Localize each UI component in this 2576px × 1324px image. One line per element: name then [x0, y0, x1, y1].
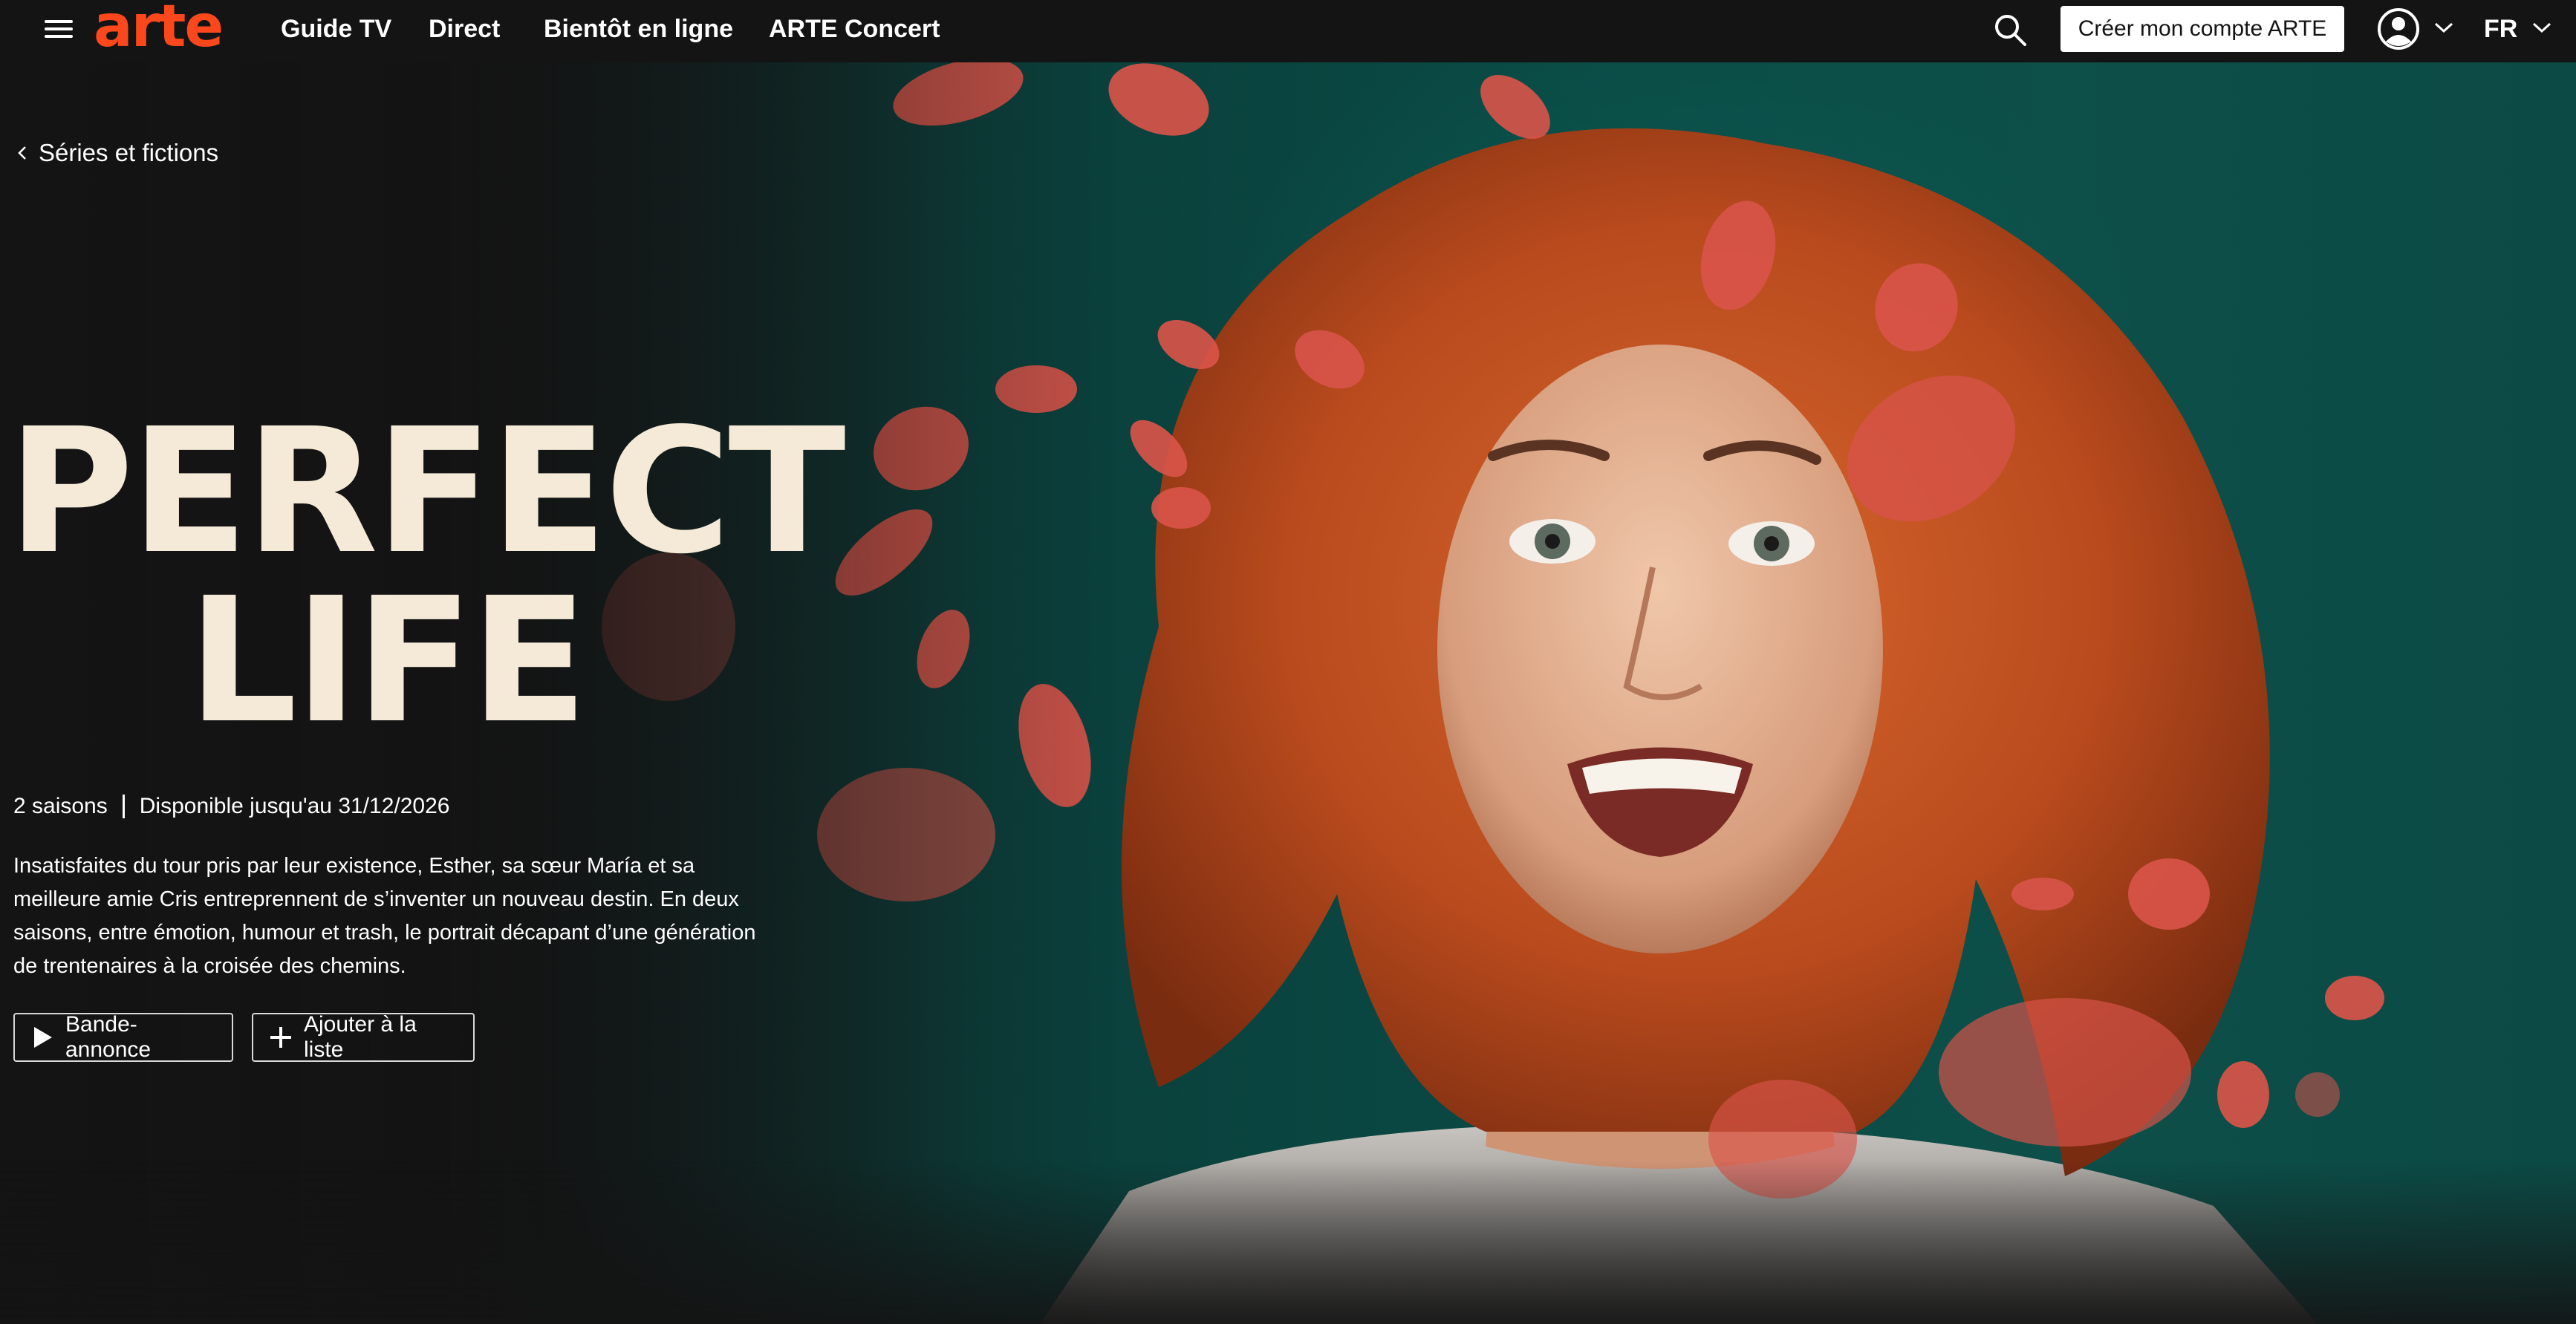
program-title-line-2: LIFE	[187, 561, 588, 761]
chevron-left-icon	[18, 146, 26, 160]
trailer-button[interactable]: Bande-annonce	[13, 1012, 233, 1062]
meta-divider	[122, 795, 125, 818]
play-icon	[34, 1027, 52, 1048]
breadcrumb-label: Séries et fictions	[39, 139, 219, 166]
chevron-down-icon[interactable]	[2433, 19, 2454, 36]
seasons-count: 2 saisons	[13, 794, 108, 818]
menu-icon[interactable]	[45, 18, 73, 40]
plus-icon	[270, 1027, 291, 1048]
program-title: PERFECT LIFE	[7, 391, 846, 761]
availability-date: Disponible jusqu'au 31/12/2026	[139, 794, 450, 818]
user-icon[interactable]	[2377, 7, 2420, 50]
breadcrumb[interactable]: Séries et fictions	[16, 137, 218, 169]
arte-logo[interactable]: arte	[94, 0, 224, 58]
create-account-button[interactable]: Créer mon compte ARTE	[2061, 6, 2344, 52]
nav-arte-concert[interactable]: ARTE Concert	[769, 0, 940, 58]
search-icon[interactable]	[1992, 12, 2028, 48]
nav-guide-tv[interactable]: Guide TV	[281, 0, 391, 58]
nav-direct[interactable]: Direct	[429, 0, 500, 58]
program-title-line-1: PERFECT	[7, 391, 846, 592]
program-description: Insatisfaites du tour pris par leur exis…	[13, 854, 756, 978]
hero-gradient-bottom	[0, 1161, 2576, 1324]
add-to-list-button[interactable]: Ajouter à la liste	[252, 1012, 475, 1062]
program-meta: 2 saisons Disponible jusqu'au 31/12/2026	[13, 792, 449, 821]
add-to-list-button-label: Ajouter à la liste	[304, 1012, 417, 1062]
top-navigation-bar: arte Guide TV Direct Bientôt en ligne AR…	[0, 0, 2576, 62]
language-selector[interactable]: FR	[2484, 0, 2517, 58]
nav-bientot-en-ligne[interactable]: Bientôt en ligne	[544, 0, 733, 58]
trailer-button-label: Bande-annonce	[65, 1012, 152, 1062]
chevron-down-icon[interactable]	[2531, 19, 2552, 36]
